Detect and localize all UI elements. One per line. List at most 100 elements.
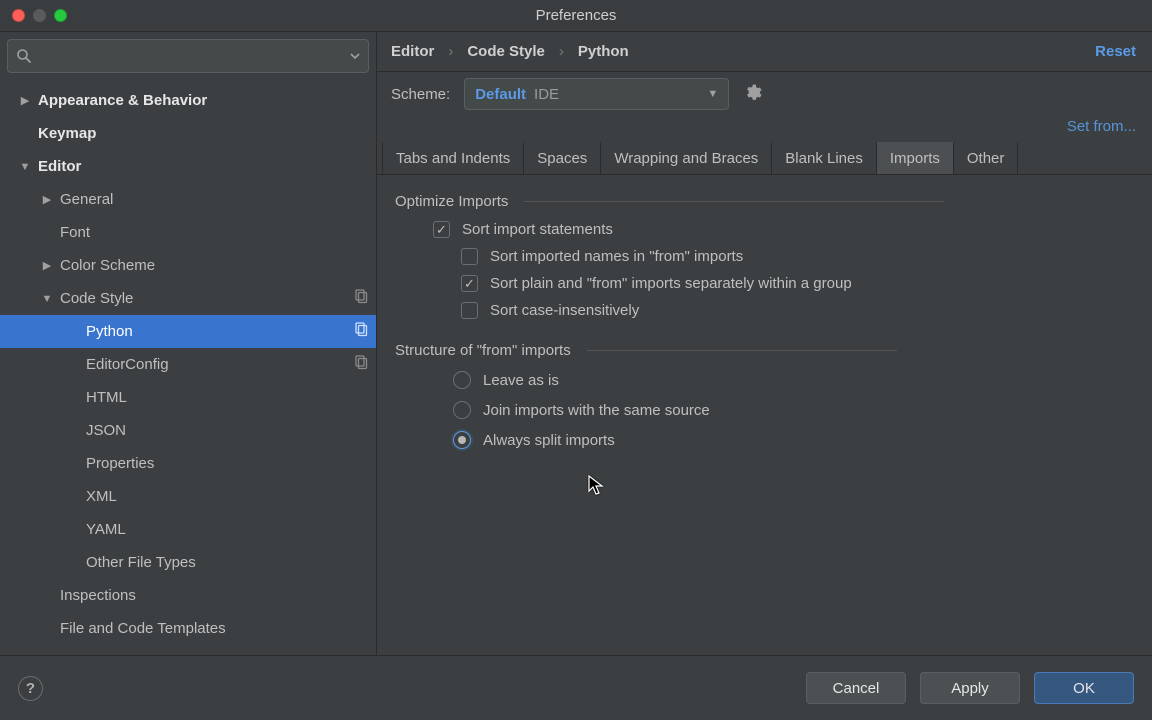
checkbox[interactable]	[461, 302, 478, 319]
divider	[524, 201, 944, 202]
tab[interactable]: Wrapping and Braces	[601, 142, 772, 174]
tree-item-label: EditorConfig	[86, 356, 353, 373]
scheme-combobox[interactable]: Default IDE ▼	[464, 78, 729, 110]
settings-panel: Editor › Code Style › Python Reset Schem…	[377, 32, 1152, 655]
tree-item-label: Appearance & Behavior	[38, 92, 368, 109]
tree-item[interactable]: Font	[0, 216, 376, 249]
dialog-footer: ? Cancel Apply OK	[0, 655, 1152, 720]
tree-item-label: Font	[60, 224, 368, 241]
breadcrumb-item[interactable]: Python	[578, 43, 629, 60]
radio-row[interactable]: Join imports with the same source	[395, 395, 1134, 425]
section-title: Optimize Imports	[395, 193, 508, 210]
chevron-down-icon[interactable]: ▼	[40, 293, 54, 305]
tree-item-label: Inspections	[60, 587, 368, 604]
search-input[interactable]	[38, 47, 344, 65]
cancel-button[interactable]: Cancel	[806, 672, 906, 704]
breadcrumb-item[interactable]: Editor	[391, 43, 434, 60]
window-title: Preferences	[0, 7, 1152, 24]
minimize-window-icon[interactable]	[33, 9, 46, 22]
checkbox-row[interactable]: Sort imported names in "from" imports	[395, 243, 1134, 270]
checkbox-row[interactable]: Sort import statements	[395, 216, 1134, 243]
tree-item[interactable]: JSON	[0, 414, 376, 447]
close-window-icon[interactable]	[12, 9, 25, 22]
tree-item[interactable]: Python	[0, 315, 376, 348]
checkbox[interactable]	[433, 221, 450, 238]
scheme-row: Scheme: Default IDE ▼	[377, 72, 1152, 110]
chevron-right-icon[interactable]: ▶	[18, 94, 32, 107]
tree-item[interactable]: Keymap	[0, 117, 376, 150]
radio[interactable]	[453, 431, 471, 449]
checkbox-label: Sort import statements	[462, 221, 613, 238]
radio-row[interactable]: Leave as is	[395, 365, 1134, 395]
tree-item[interactable]: EditorConfig	[0, 348, 376, 381]
scheme-scope: IDE	[534, 86, 559, 103]
button-label: Apply	[951, 680, 989, 697]
tree-item-label: Code Style	[60, 290, 353, 307]
copy-icon[interactable]	[353, 355, 368, 374]
tree-item-label: Color Scheme	[60, 257, 368, 274]
checkbox-label: Sort plain and "from" imports separately…	[490, 275, 852, 292]
tree-item-label: YAML	[86, 521, 368, 538]
tree-item[interactable]: Other File Types	[0, 546, 376, 579]
scheme-name: Default	[475, 86, 526, 103]
breadcrumb: Editor › Code Style › Python Reset	[377, 32, 1152, 72]
ok-button[interactable]: OK	[1034, 672, 1134, 704]
set-from-link[interactable]: Set from...	[1067, 118, 1136, 135]
section-heading: Structure of "from" imports	[395, 342, 1134, 359]
checkbox-row[interactable]: Sort plain and "from" imports separately…	[395, 270, 1134, 297]
checkbox-row[interactable]: Sort case-insensitively	[395, 297, 1134, 324]
tree-item[interactable]: XML	[0, 480, 376, 513]
tab-content: Optimize Imports Sort import statements S…	[377, 175, 1152, 655]
copy-icon[interactable]	[353, 289, 368, 308]
chevron-right-icon[interactable]: ▶	[40, 193, 54, 206]
tree-item-label: XML	[86, 488, 368, 505]
breadcrumb-item[interactable]: Code Style	[467, 43, 545, 60]
tree-item[interactable]: ▼ Editor	[0, 150, 376, 183]
reset-link[interactable]: Reset	[1095, 43, 1136, 60]
tree-item[interactable]: Inspections	[0, 579, 376, 612]
tab[interactable]: Imports	[877, 142, 954, 174]
help-button[interactable]: ?	[18, 676, 43, 701]
chevron-down-icon[interactable]: ▼	[18, 161, 32, 173]
tree-item[interactable]: Properties	[0, 447, 376, 480]
tree-item[interactable]: YAML	[0, 513, 376, 546]
gear-icon[interactable]	[743, 83, 762, 106]
tree-item[interactable]: ▶ General	[0, 183, 376, 216]
tree-item-label: Other File Types	[86, 554, 368, 571]
search-box[interactable]	[7, 39, 369, 73]
radio-label: Leave as is	[483, 372, 559, 389]
tab-bar: Tabs and IndentsSpacesWrapping and Brace…	[377, 142, 1152, 175]
chevron-down-icon: ▼	[707, 88, 718, 100]
tab[interactable]: Tabs and Indents	[382, 142, 524, 174]
scheme-label: Scheme:	[391, 86, 450, 103]
radio-row[interactable]: Always split imports	[395, 425, 1134, 455]
tree-item-label: Editor	[38, 158, 368, 175]
tree-item-label: JSON	[86, 422, 368, 439]
tree-item[interactable]: ▼ Code Style	[0, 282, 376, 315]
tab[interactable]: Spaces	[524, 142, 601, 174]
tree-item-label: File and Code Templates	[60, 620, 368, 637]
tree-item-label: Properties	[86, 455, 368, 472]
zoom-window-icon[interactable]	[54, 9, 67, 22]
tree-item[interactable]: HTML	[0, 381, 376, 414]
radio[interactable]	[453, 401, 471, 419]
checkbox[interactable]	[461, 248, 478, 265]
tree-item[interactable]: File and Code Templates	[0, 612, 376, 645]
tree-item-label: General	[60, 191, 368, 208]
copy-icon[interactable]	[353, 322, 368, 341]
chevron-right-icon: ›	[559, 43, 564, 60]
section-title: Structure of "from" imports	[395, 342, 571, 359]
chevron-down-icon[interactable]	[350, 51, 360, 61]
tree-item[interactable]: ▶ Color Scheme	[0, 249, 376, 282]
tree-item-label: Keymap	[38, 125, 368, 142]
radio-label: Join imports with the same source	[483, 402, 710, 419]
chevron-right-icon[interactable]: ▶	[40, 259, 54, 272]
checkbox[interactable]	[461, 275, 478, 292]
apply-button[interactable]: Apply	[920, 672, 1020, 704]
tab[interactable]: Blank Lines	[772, 142, 877, 174]
tree-item[interactable]: ▶ Appearance & Behavior	[0, 84, 376, 117]
tree-item-label: HTML	[86, 389, 368, 406]
radio[interactable]	[453, 371, 471, 389]
tab[interactable]: Other	[954, 142, 1019, 174]
checkbox-label: Sort case-insensitively	[490, 302, 639, 319]
